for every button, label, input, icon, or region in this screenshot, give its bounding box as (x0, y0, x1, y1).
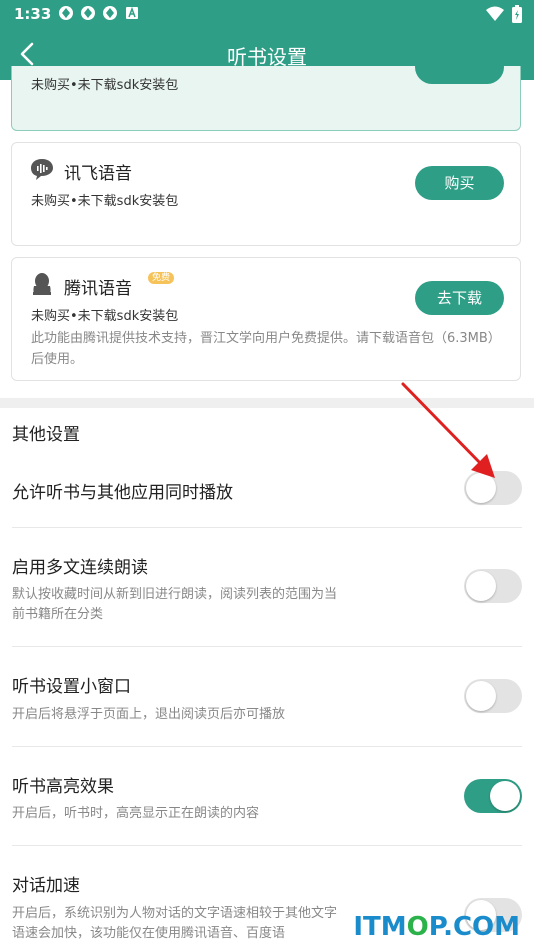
voice-card-name: 讯飞语音 (64, 164, 132, 184)
tencent-penguin-icon (33, 273, 51, 295)
annotation-arrow (401, 382, 495, 478)
voice-card-tencent: 腾讯语音 免费 未购买•未下载sdk安装包 去下载 此功能由腾讯提供技术支持，晋… (11, 257, 521, 381)
voice-card-selected[interactable]: 未购买•未下载sdk安装包 (11, 50, 521, 131)
setting-label: 听书高亮效果 (12, 777, 114, 797)
watermark-logo: ITMOP.COM (353, 912, 520, 942)
voice-card-xunfei: 讯飞语音 未购买•未下载sdk安装包 购买 (11, 142, 521, 246)
setting-label: 启用多文连续朗读 (12, 558, 148, 578)
voice-card-status: 未购买•未下载sdk安装包 (31, 309, 179, 324)
app-notification-icon (59, 6, 73, 20)
notification-icons (58, 5, 140, 21)
xunfei-voice-icon (31, 159, 53, 180)
voice-card-name: 腾讯语音 (64, 279, 132, 299)
setting-label: 对话加速 (12, 876, 80, 896)
status-right (486, 5, 522, 23)
setting-row-small-window: 听书设置小窗口 开启后将悬浮于页面上，退出阅读页后亦可播放 (12, 670, 522, 730)
a-notification-icon (126, 6, 138, 19)
app-notification-icon (103, 6, 117, 20)
setting-description: 默认按收藏时间从新到旧进行朗读，阅读列表的范围为当前书籍所在分类 (12, 587, 338, 622)
app-notification-icon (81, 6, 95, 20)
setting-label: 听书设置小窗口 (12, 677, 131, 697)
setting-row-continuous-read: 启用多文连续朗读 默认按收藏时间从新到旧进行朗读，阅读列表的范围为当前书籍所在分… (12, 550, 522, 630)
wifi-icon (486, 6, 504, 21)
continuous-read-toggle[interactable] (464, 569, 522, 603)
voice-card-status: 未购买•未下载sdk安装包 (31, 194, 179, 209)
setting-description: 开启后，听书时，高亮显示正在朗读的内容 (12, 806, 260, 821)
setting-label: 允许听书与其他应用同时播放 (12, 483, 233, 503)
voice-card-button-partial[interactable] (415, 50, 504, 84)
voice-card-status: 未购买•未下载sdk安装包 (31, 78, 179, 93)
row-divider (12, 527, 522, 528)
row-divider (12, 845, 522, 846)
setting-row-highlight: 听书高亮效果 开启后，听书时，高亮显示正在朗读的内容 (12, 770, 522, 830)
highlight-toggle[interactable] (464, 779, 522, 813)
row-divider (12, 646, 522, 647)
download-button[interactable]: 去下载 (415, 281, 504, 315)
other-settings-title: 其他设置 (12, 425, 80, 445)
setting-description: 开启后，系统识别为人物对话的文字语速相较于其他文字语速会加快，该功能仅在使用腾讯… (12, 906, 338, 941)
battery-icon (512, 5, 522, 23)
free-badge: 免费 (148, 272, 175, 284)
status-time: 1:33 (14, 5, 52, 23)
status-bar: 1:33 (0, 0, 534, 28)
small-window-toggle[interactable] (464, 679, 522, 713)
row-divider (12, 746, 522, 747)
setting-description: 开启后将悬浮于页面上，退出阅读页后亦可播放 (12, 707, 286, 722)
buy-button[interactable]: 购买 (415, 166, 504, 200)
voice-card-description: 此功能由腾讯提供技术支持，晋江文学向用户免费提供。请下载语音包（6.3MB）后使… (31, 331, 501, 367)
